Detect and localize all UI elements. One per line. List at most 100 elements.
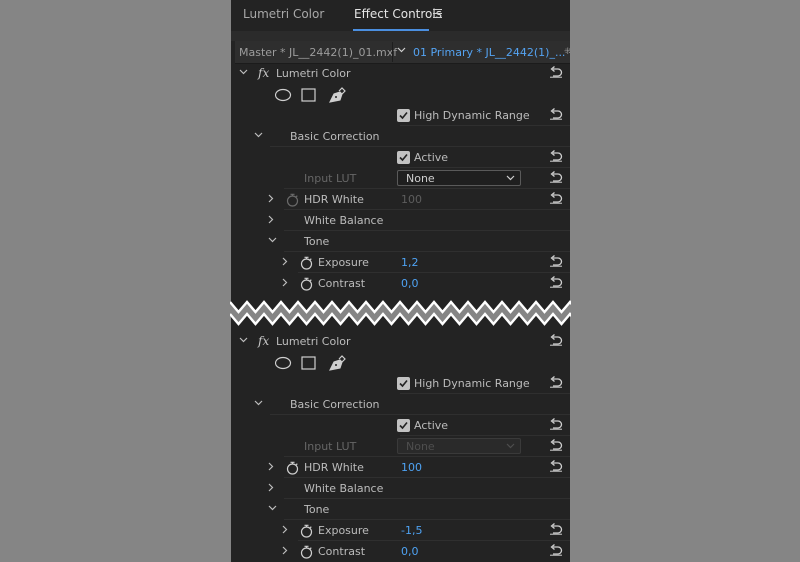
twirl-right-icon[interactable] (268, 483, 274, 492)
exposure-label: Exposure (318, 524, 369, 537)
twirl-down-icon[interactable] (254, 132, 263, 138)
pen-mask-icon[interactable] (329, 355, 346, 371)
tone-row[interactable]: Tone (235, 231, 570, 252)
ellipse-mask-icon[interactable] (275, 356, 292, 370)
hdr-white-row: HDR White 100 (235, 457, 570, 478)
stopwatch-icon[interactable] (300, 545, 313, 559)
ellipse-mask-icon[interactable] (275, 88, 292, 102)
exposure-row: Exposure 1,2 (235, 252, 570, 273)
fx-icon[interactable]: fx (258, 334, 269, 348)
twirl-right-icon[interactable] (268, 462, 274, 471)
hdr-row: High Dynamic Range (235, 373, 570, 394)
stopwatch-icon[interactable] (300, 277, 313, 291)
twirl-down-icon[interactable] (268, 505, 277, 511)
white-balance-label: White Balance (304, 214, 384, 227)
reset-icon[interactable] (549, 376, 563, 388)
contrast-value[interactable]: 0,0 (401, 545, 419, 558)
twirl-down-icon[interactable] (268, 237, 277, 243)
stopwatch-icon[interactable] (300, 256, 313, 270)
fx-icon[interactable]: fx (258, 66, 269, 80)
twirl-right-icon[interactable] (282, 257, 288, 266)
mask-tools (275, 355, 346, 371)
hdr-checkbox[interactable] (397, 377, 410, 390)
mask-tools (275, 87, 346, 103)
effect-controls-panel: Lumetri Color Effect Controls Master * J… (231, 0, 570, 562)
reset-icon[interactable] (549, 150, 563, 162)
tone-row[interactable]: Tone (235, 499, 570, 520)
white-balance-label: White Balance (304, 482, 384, 495)
hdr-checkbox[interactable] (397, 109, 410, 122)
twirl-right-icon[interactable] (282, 546, 288, 555)
effect-row[interactable]: fx Lumetri Color (235, 63, 570, 84)
input-lut-value: None (406, 440, 435, 453)
reset-icon[interactable] (549, 108, 563, 120)
hdr-white-value[interactable]: 100 (401, 461, 422, 474)
reset-icon[interactable] (549, 255, 563, 267)
sequence-clip-label[interactable]: 01 Primary * JL__2442(1)_... (413, 46, 565, 59)
white-balance-row[interactable]: White Balance (235, 210, 570, 231)
reset-icon[interactable] (549, 544, 563, 556)
effect-row[interactable]: fx Lumetri Color (235, 331, 570, 352)
active-row: Active (235, 147, 570, 168)
rectangle-mask-icon[interactable] (301, 88, 316, 102)
pen-mask-icon[interactable] (329, 87, 346, 103)
tab-lumetri-color[interactable]: Lumetri Color (243, 7, 324, 21)
active-row: Active (235, 415, 570, 436)
white-balance-row[interactable]: White Balance (235, 478, 570, 499)
mask-tools-row (235, 84, 570, 105)
twirl-right-icon[interactable] (268, 215, 274, 224)
twirl-down-icon[interactable] (239, 337, 248, 343)
clip-header-divider (392, 42, 393, 62)
effect-name: Lumetri Color (276, 67, 351, 80)
reset-icon[interactable] (549, 418, 563, 430)
reset-icon[interactable] (549, 276, 563, 288)
stopwatch-icon[interactable] (286, 461, 299, 475)
input-lut-row: Input LUT None (235, 168, 570, 189)
active-label: Active (414, 419, 449, 432)
input-lut-value: None (406, 172, 435, 185)
twirl-right-icon[interactable] (268, 194, 274, 203)
panel-menu-icon[interactable] (433, 9, 442, 21)
tone-label: Tone (304, 503, 330, 516)
basic-correction-row[interactable]: Basic Correction (235, 126, 570, 147)
hdr-label: High Dynamic Range (414, 109, 530, 122)
reset-icon[interactable] (549, 171, 563, 183)
zigzag-separator (230, 300, 571, 326)
effect-name: Lumetri Color (276, 335, 351, 348)
reset-icon[interactable] (549, 439, 563, 451)
contrast-label: Contrast (318, 277, 366, 290)
stopwatch-icon[interactable] (286, 193, 299, 207)
panel-sub-strip (231, 31, 570, 41)
hdr-label: High Dynamic Range (414, 377, 530, 390)
twirl-down-icon[interactable] (254, 400, 263, 406)
basic-correction-row[interactable]: Basic Correction (235, 394, 570, 415)
tab-effect-controls[interactable]: Effect Controls (354, 7, 442, 21)
reset-icon[interactable] (549, 523, 563, 535)
reset-icon[interactable] (549, 460, 563, 472)
stopwatch-icon[interactable] (300, 524, 313, 538)
exposure-value[interactable]: 1,2 (401, 256, 419, 269)
master-clip-label[interactable]: Master * JL__2442(1)_01.mxf (239, 46, 397, 59)
twirl-right-icon[interactable] (282, 278, 288, 287)
reset-icon[interactable] (549, 192, 563, 204)
exposure-row: Exposure -1,5 (235, 520, 570, 541)
exposure-label: Exposure (318, 256, 369, 269)
input-lut-row: Input LUT None (235, 436, 570, 457)
active-checkbox[interactable] (397, 419, 410, 432)
rectangle-mask-icon[interactable] (301, 356, 316, 370)
twirl-right-icon[interactable] (282, 525, 288, 534)
input-lut-label: Input LUT (304, 172, 357, 185)
hdr-white-label: HDR White (304, 193, 364, 206)
input-lut-dropdown[interactable]: None (397, 170, 521, 186)
reset-icon[interactable] (549, 66, 563, 78)
scroll-handle-icon[interactable]: ⁜ (564, 47, 570, 57)
twirl-down-icon[interactable] (239, 69, 248, 75)
contrast-row: Contrast 0,0 (235, 541, 570, 562)
tone-label: Tone (304, 235, 330, 248)
exposure-value[interactable]: -1,5 (401, 524, 422, 537)
contrast-value[interactable]: 0,0 (401, 277, 419, 290)
chevron-down-icon[interactable] (397, 47, 406, 53)
reset-icon[interactable] (549, 334, 563, 346)
active-checkbox[interactable] (397, 151, 410, 164)
basic-correction-label: Basic Correction (290, 130, 380, 143)
